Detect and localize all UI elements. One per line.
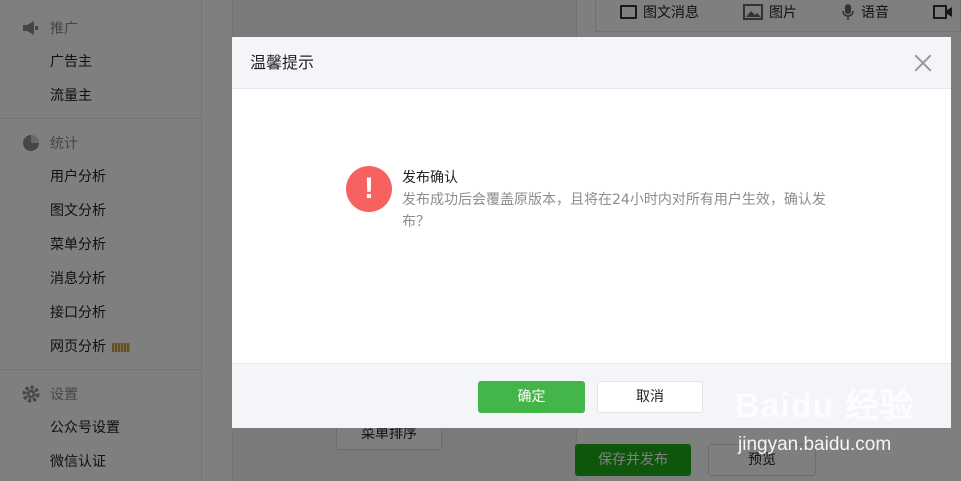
dialog-header: 温馨提示: [232, 37, 951, 89]
dialog-footer: 确定 取消: [232, 363, 951, 428]
confirm-dialog: 温馨提示 ! 发布确认 发布成功后会覆盖原版本，且将在24小时内对所有用户生效，…: [232, 37, 951, 428]
cancel-button[interactable]: 取消: [597, 381, 703, 413]
dialog-title: 温馨提示: [250, 53, 315, 72]
message-body: 发布成功后会覆盖原版本，且将在24小时内对所有用户生效，确认发布？: [402, 192, 826, 230]
message-title: 发布确认: [402, 170, 458, 186]
confirm-button[interactable]: 确定: [478, 381, 585, 413]
close-icon[interactable]: [912, 52, 934, 74]
warning-icon: !: [346, 166, 392, 212]
